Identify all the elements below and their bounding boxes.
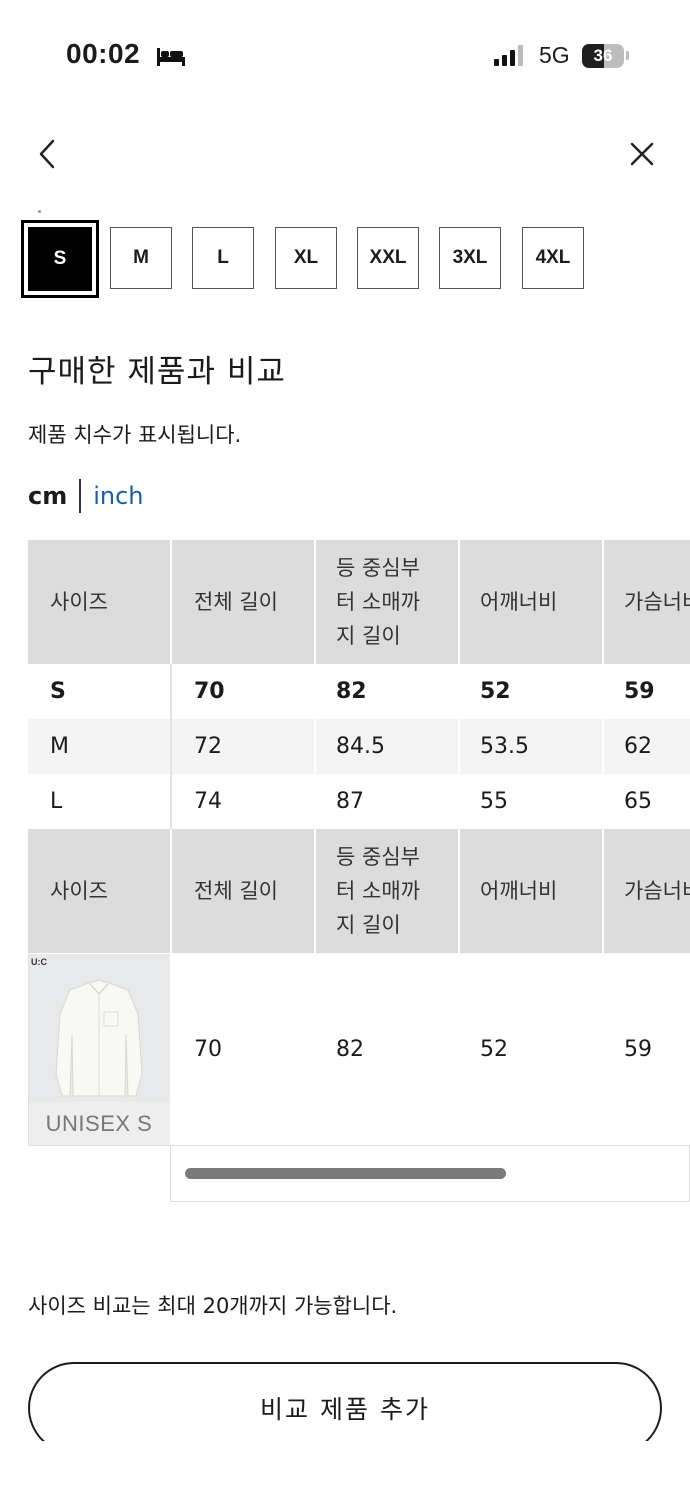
header2-total-length: 전체 길이 xyxy=(172,829,314,953)
header2-chest-width: 가슴너비 xyxy=(604,829,690,953)
column-divider xyxy=(458,540,460,953)
status-time: 00:02 xyxy=(66,38,141,69)
page-dots xyxy=(38,198,68,232)
table-scrollbar[interactable] xyxy=(185,1168,506,1179)
row-l-total-length: 74 xyxy=(194,789,222,814)
row-s-total-length: 70 xyxy=(194,679,225,704)
size-chip-m[interactable]: M xyxy=(110,227,172,289)
product-shoulder-width: 52 xyxy=(480,1037,508,1062)
row-s-shoulder-width: 52 xyxy=(480,679,511,704)
row-l-size: L xyxy=(50,789,63,814)
unit-divider xyxy=(79,479,82,513)
sleep-focus-icon xyxy=(157,48,185,66)
row-divider xyxy=(28,953,29,1146)
header-size: 사이즈 xyxy=(28,540,170,664)
compare-subtitle: 제품 치수가 표시됩니다. xyxy=(28,423,242,447)
size-chip-l[interactable]: L xyxy=(192,227,254,289)
row-m-total-length: 72 xyxy=(172,719,314,774)
header-chest-width: 가슴너비 xyxy=(604,540,690,664)
unit-inch-option[interactable]: inch xyxy=(93,482,143,510)
row-m-shoulder-width: 53.5 xyxy=(460,719,602,774)
header2-sleeve-length: 등 중심부 터 소매까 지 길이 xyxy=(316,829,458,953)
compare-title: 구매한 제품과 비교 xyxy=(28,354,286,390)
header-sleeve-length: 등 중심부 터 소매까 지 길이 xyxy=(316,540,458,664)
row-m-chest-width: 62 xyxy=(604,719,690,774)
back-icon[interactable] xyxy=(36,138,60,170)
size-chip-3xl[interactable]: 3XL xyxy=(439,227,501,289)
row-l-sleeve-length: 87 xyxy=(336,789,364,814)
size-chip-xl[interactable]: XL xyxy=(275,227,337,289)
size-chip-4xl[interactable]: 4XL xyxy=(522,227,584,289)
product-total-length: 70 xyxy=(194,1037,222,1062)
header-shoulder-width: 어깨너비 xyxy=(460,540,602,664)
row-s-chest-width: 59 xyxy=(624,679,655,704)
header-total-length: 전체 길이 xyxy=(172,540,314,664)
size-table[interactable]: 사이즈 전체 길이 등 중심부 터 소매까 지 길이 어깨너비 가슴너비 S 7… xyxy=(28,540,690,1202)
column-divider xyxy=(170,540,172,1146)
bottom-fade xyxy=(0,1441,690,1500)
row-l-chest-width: 65 xyxy=(624,789,652,814)
size-chip-s[interactable]: S xyxy=(21,220,99,298)
battery-icon: 36 xyxy=(582,44,624,68)
brand-logo: U:C xyxy=(31,957,47,967)
battery-level: 36 xyxy=(593,46,613,65)
size-chip-xxl[interactable]: XXL xyxy=(357,227,419,289)
cellular-signal-icon xyxy=(494,45,523,66)
product-thumbnail[interactable]: U:C xyxy=(28,954,170,1102)
product-sleeve-length: 82 xyxy=(336,1037,364,1062)
row-s-sleeve-length: 82 xyxy=(336,679,367,704)
unit-toggle: cm inch xyxy=(28,478,144,514)
column-divider xyxy=(314,540,316,953)
header2-shoulder-width: 어깨너비 xyxy=(460,829,602,953)
product-caption: UNISEX S xyxy=(28,1102,170,1146)
shirt-image xyxy=(55,979,143,1097)
unit-cm-option[interactable]: cm xyxy=(28,482,67,510)
network-type: 5G xyxy=(539,42,570,68)
product-chest-width: 59 xyxy=(624,1037,652,1062)
row-m-size: M xyxy=(28,719,170,774)
column-divider xyxy=(602,540,604,953)
compare-limit-note: 사이즈 비교는 최대 20개까지 가능합니다. xyxy=(28,1294,398,1318)
row-m-sleeve-length: 84.5 xyxy=(316,719,458,774)
row-s-size: S xyxy=(50,679,66,704)
row-l-shoulder-width: 55 xyxy=(480,789,508,814)
close-icon[interactable] xyxy=(628,140,656,168)
header2-size: 사이즈 xyxy=(28,829,170,953)
battery-tip xyxy=(626,51,629,60)
column-divider xyxy=(170,664,172,829)
